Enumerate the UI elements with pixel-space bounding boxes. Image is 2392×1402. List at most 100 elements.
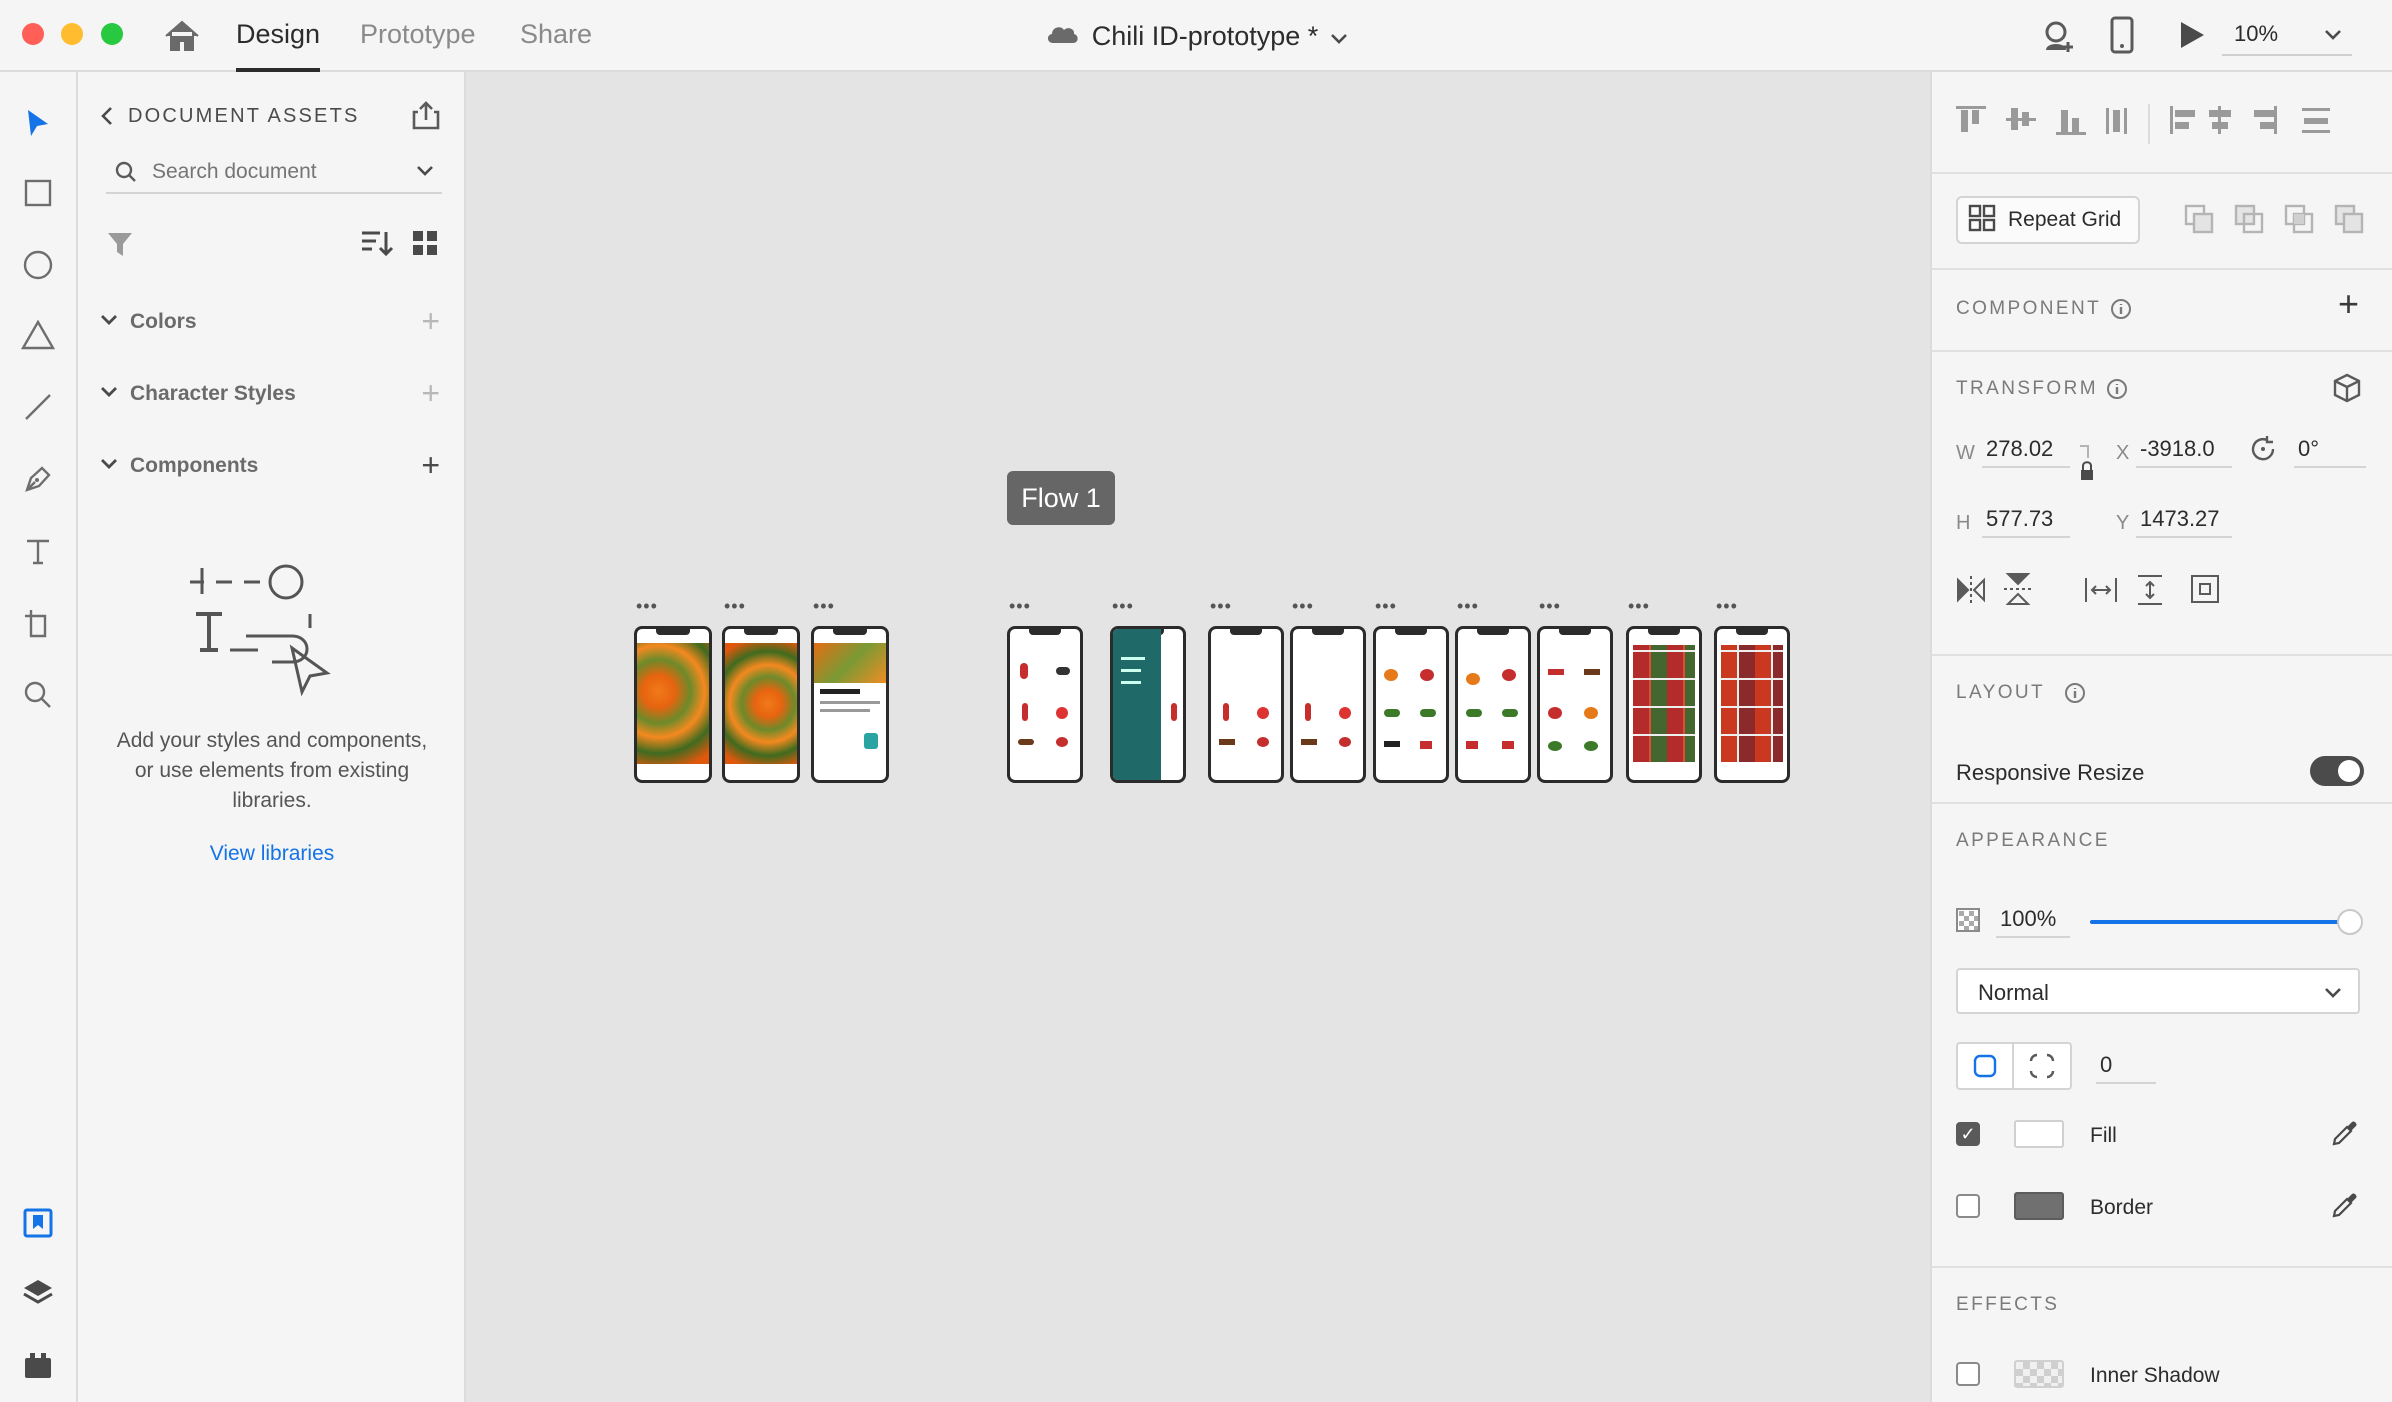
- grid-view-icon[interactable]: [412, 230, 438, 261]
- artboard-thumbnail[interactable]: [634, 626, 712, 783]
- artboard-thumbnail[interactable]: [1373, 626, 1449, 783]
- ellipse-icon[interactable]: [17, 244, 59, 286]
- width-field[interactable]: 278.02: [1982, 432, 2070, 468]
- section-components-label: Components: [130, 454, 259, 477]
- tab-share[interactable]: Share: [520, 0, 592, 72]
- design-canvas[interactable]: Flow 1 ••• ••• ••• ••• ••• ••• ••• ••• •…: [466, 72, 1930, 1402]
- home-icon[interactable]: [162, 18, 202, 54]
- document-title-menu[interactable]: Chili ID-prototype *: [1044, 0, 1349, 72]
- select-icon[interactable]: [17, 102, 59, 144]
- window-minimize-button[interactable]: [61, 23, 83, 45]
- play-preview-icon[interactable]: [2178, 20, 2206, 55]
- artboard-menu-dots[interactable]: •••: [636, 596, 658, 617]
- artboard-menu-dots[interactable]: •••: [724, 596, 746, 617]
- artboard-menu-dots[interactable]: •••: [1292, 596, 1314, 617]
- artboard-thumbnail[interactable]: [1714, 626, 1790, 783]
- view-libraries-link[interactable]: View libraries: [98, 842, 446, 866]
- artboard-thumbnail[interactable]: [1626, 626, 1702, 783]
- zoom-level-dropdown[interactable]: 10%: [2222, 16, 2352, 56]
- corner-radius-field[interactable]: 0: [2096, 1048, 2156, 1084]
- back-chevron-icon[interactable]: [100, 106, 114, 131]
- section-character-styles[interactable]: Character Styles +: [100, 374, 440, 414]
- inner-shadow-swatch[interactable]: [2014, 1360, 2064, 1388]
- artboard-menu-dots[interactable]: •••: [1457, 596, 1479, 617]
- rotation-field[interactable]: 0°: [2294, 432, 2366, 468]
- boolean-subtract-icon[interactable]: [2234, 204, 2264, 239]
- info-icon[interactable]: [2106, 378, 2128, 405]
- add-color-button[interactable]: +: [421, 305, 440, 337]
- info-icon[interactable]: [2064, 682, 2086, 709]
- repeat-grid-button[interactable]: Repeat Grid: [1956, 196, 2140, 244]
- boolean-exclude-icon[interactable]: [2334, 204, 2364, 239]
- artboard-menu-dots[interactable]: •••: [1112, 596, 1134, 617]
- plugins-icon[interactable]: [17, 1344, 59, 1386]
- blend-mode-dropdown[interactable]: Normal: [1956, 968, 2360, 1014]
- artboard-thumbnail[interactable]: [1537, 626, 1613, 783]
- document-assets-icon[interactable]: [17, 1202, 59, 1244]
- lock-aspect-icon[interactable]: [2078, 444, 2096, 499]
- triangle-icon[interactable]: [17, 314, 59, 356]
- device-preview-icon[interactable]: [2110, 16, 2134, 59]
- add-component-button[interactable]: +: [421, 449, 440, 481]
- inner-shadow-checkbox[interactable]: [1956, 1362, 1980, 1386]
- eyedropper-icon[interactable]: [2330, 1190, 2360, 1225]
- add-component-button[interactable]: +: [2338, 286, 2359, 322]
- artboard-icon[interactable]: [17, 602, 59, 644]
- chevron-down-icon[interactable]: [416, 164, 434, 182]
- artboard-menu-dots[interactable]: •••: [1539, 596, 1561, 617]
- responsive-resize-toggle[interactable]: [2310, 756, 2364, 786]
- window-zoom-button[interactable]: [101, 23, 123, 45]
- invite-user-icon[interactable]: [2038, 18, 2078, 59]
- fill-checkbox[interactable]: ✓: [1956, 1122, 1980, 1146]
- artboard-thumbnail[interactable]: [1110, 626, 1186, 783]
- rectangle-icon[interactable]: [17, 172, 59, 214]
- pen-icon[interactable]: [17, 458, 59, 500]
- artboard-menu-dots[interactable]: •••: [1375, 596, 1397, 617]
- border-checkbox[interactable]: [1956, 1194, 1980, 1218]
- opacity-field[interactable]: 100%: [1996, 902, 2070, 938]
- x-position-field[interactable]: -3918.0: [2136, 432, 2232, 468]
- artboard-thumbnail[interactable]: [1455, 626, 1531, 783]
- uniform-corners-icon[interactable]: [1958, 1044, 2014, 1088]
- boolean-intersect-icon[interactable]: [2284, 204, 2314, 239]
- section-components[interactable]: Components +: [100, 446, 440, 486]
- artboard-menu-dots[interactable]: •••: [1210, 596, 1232, 617]
- boolean-add-icon[interactable]: [2184, 204, 2214, 239]
- sort-icon[interactable]: [360, 228, 394, 263]
- height-field[interactable]: 577.73: [1982, 502, 2070, 538]
- y-position-field[interactable]: 1473.27: [2136, 502, 2232, 538]
- artboard-thumbnail[interactable]: [1290, 626, 1366, 783]
- artboard-thumbnail[interactable]: [1208, 626, 1284, 783]
- search-input[interactable]: [152, 156, 392, 188]
- info-icon[interactable]: [2110, 298, 2132, 325]
- artboard-thumbnail[interactable]: [1007, 626, 1083, 783]
- flip-distribute-toolbar: [1956, 572, 2376, 608]
- artboard-thumbnail[interactable]: [811, 626, 889, 783]
- responsive-resize-label: Responsive Resize: [1956, 760, 2145, 785]
- filter-icon[interactable]: [106, 230, 134, 263]
- artboard-menu-dots[interactable]: •••: [1628, 596, 1650, 617]
- text-icon[interactable]: [17, 530, 59, 572]
- border-color-swatch[interactable]: [2014, 1192, 2064, 1220]
- rotate-icon[interactable]: [2248, 434, 2278, 469]
- artboard-thumbnail[interactable]: [722, 626, 800, 783]
- export-icon[interactable]: [410, 100, 442, 137]
- tab-prototype[interactable]: Prototype: [360, 0, 476, 72]
- artboard-menu-dots[interactable]: •••: [813, 596, 835, 617]
- line-icon[interactable]: [17, 386, 59, 428]
- artboard-menu-dots[interactable]: •••: [1716, 596, 1738, 617]
- window-close-button[interactable]: [22, 23, 44, 45]
- tab-design[interactable]: Design: [236, 0, 321, 72]
- zoom-tool-icon[interactable]: [17, 674, 59, 716]
- eyedropper-icon[interactable]: [2330, 1118, 2360, 1153]
- search-field[interactable]: [106, 152, 442, 194]
- per-corner-radius-icon[interactable]: [2014, 1044, 2070, 1088]
- opacity-slider[interactable]: [2090, 909, 2363, 935]
- fill-color-swatch[interactable]: [2014, 1120, 2064, 1148]
- layers-icon[interactable]: [17, 1272, 59, 1314]
- flow-label[interactable]: Flow 1: [1007, 471, 1115, 525]
- 3d-transform-icon[interactable]: [2332, 372, 2362, 409]
- add-character-style-button[interactable]: +: [421, 377, 440, 409]
- artboard-menu-dots[interactable]: •••: [1009, 596, 1031, 617]
- section-colors[interactable]: Colors +: [100, 302, 440, 342]
